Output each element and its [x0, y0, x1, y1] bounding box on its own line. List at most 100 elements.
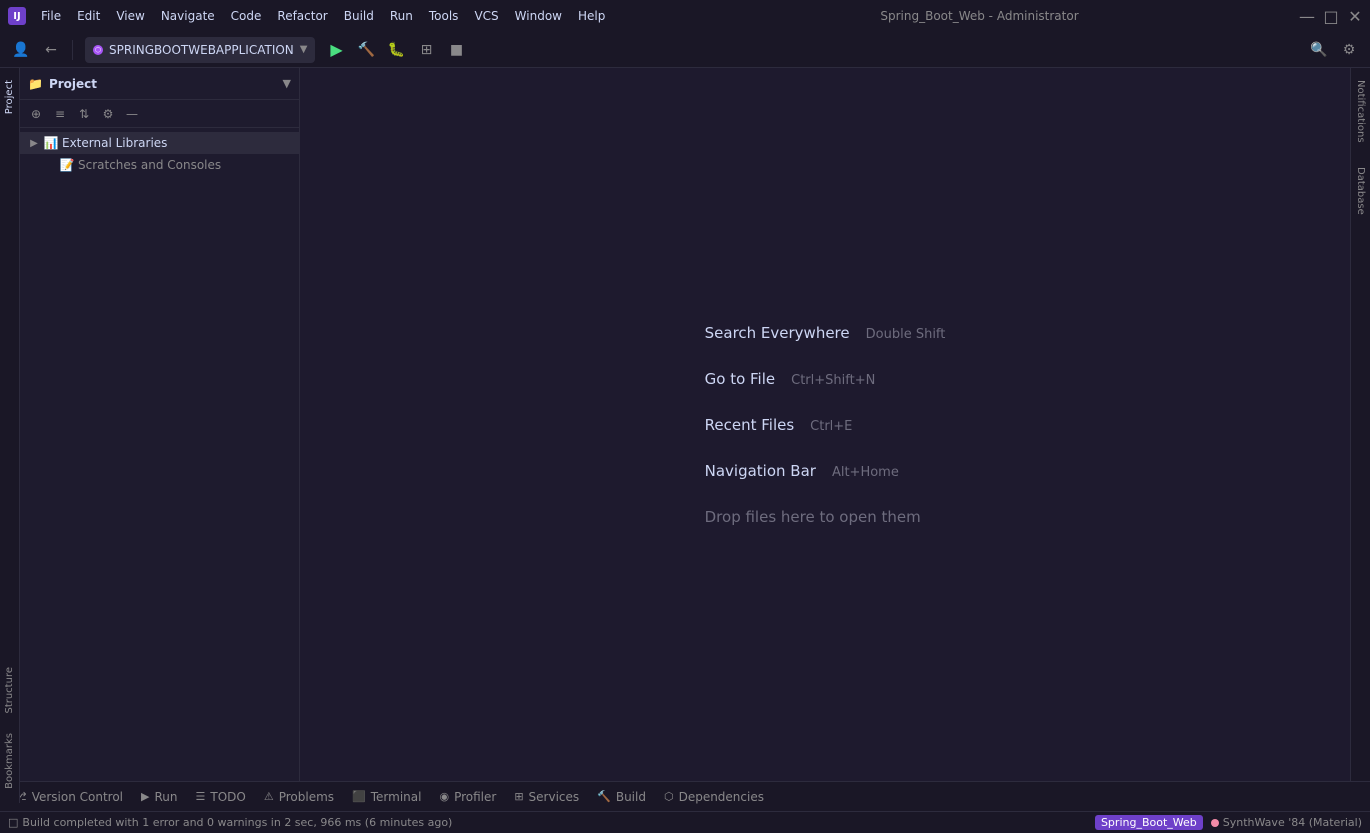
- build-tab-icon: 🔨: [597, 790, 611, 803]
- drop-files-label: Drop files here to open them: [705, 508, 921, 526]
- run-tab-icon: ▶: [141, 790, 149, 803]
- navigation-bar-shortcut: Alt+Home: [832, 465, 899, 480]
- minimize-button[interactable]: —: [1300, 9, 1314, 23]
- tree-item-external-libraries[interactable]: ▶ 📊 External Libraries: [20, 132, 299, 154]
- expand-all-button[interactable]: ⇅: [74, 104, 94, 124]
- dependencies-icon: ⬡: [664, 790, 674, 803]
- theme-dot-icon: [1211, 819, 1219, 827]
- settings-button[interactable]: ⚙: [1336, 37, 1362, 63]
- menu-edit[interactable]: Edit: [70, 6, 107, 26]
- run-config-dropdown-icon: ▼: [300, 44, 308, 55]
- toolbar-sep-1: [72, 40, 73, 60]
- tab-todo[interactable]: ☰ TODO: [188, 786, 254, 808]
- back-button[interactable]: ←: [38, 37, 64, 63]
- problems-label: Problems: [279, 790, 334, 804]
- project-panel: 📁 Project ▼ ⊕ ≡ ⇅ ⚙ — ▶ 📊 External Libra…: [20, 68, 300, 781]
- menu-help[interactable]: Help: [571, 6, 612, 26]
- build-button[interactable]: 🔨: [353, 37, 379, 63]
- recent-files-item: Recent Files Ctrl+E: [705, 416, 853, 434]
- debug-button[interactable]: 🐛: [383, 37, 409, 63]
- project-panel-dropdown[interactable]: ▼: [283, 77, 291, 90]
- drop-files-item: Drop files here to open them: [705, 508, 921, 526]
- problems-icon: ⚠: [264, 790, 274, 803]
- tree-arrow-scratches: ▶: [28, 159, 40, 171]
- menu-vcs[interactable]: VCS: [467, 6, 505, 26]
- build-tab-label: Build: [616, 790, 646, 804]
- left-vertical-panel: Structure Bookmarks: [0, 623, 20, 781]
- menu-view[interactable]: View: [109, 6, 151, 26]
- recent-files-shortcut: Ctrl+E: [810, 419, 852, 434]
- toolbar-left: 👤 ←: [8, 37, 77, 63]
- close-button[interactable]: ✕: [1348, 9, 1362, 23]
- window-title: Spring_Boot_Web - Administrator: [667, 9, 1292, 23]
- menu-run[interactable]: Run: [383, 6, 420, 26]
- scratches-icon: 📝: [60, 158, 74, 172]
- go-to-file-label[interactable]: Go to File: [705, 370, 776, 388]
- menu-refactor[interactable]: Refactor: [270, 6, 334, 26]
- tab-run[interactable]: ▶ Run: [133, 786, 185, 808]
- tab-terminal[interactable]: ⬛ Terminal: [344, 786, 429, 808]
- navigation-bar-label[interactable]: Navigation Bar: [705, 462, 816, 480]
- collapse-all-button[interactable]: ≡: [50, 104, 70, 124]
- dependencies-label: Dependencies: [679, 790, 764, 804]
- run-config-name: SPRINGBOOTWEBAPPLICATION: [109, 43, 294, 57]
- run-tab-label: Run: [154, 790, 177, 804]
- tab-version-control[interactable]: ⎇ Version Control: [6, 786, 131, 808]
- welcome-content: Search Everywhere Double Shift Go to Fil…: [705, 324, 946, 526]
- recent-files-label[interactable]: Recent Files: [705, 416, 795, 434]
- status-bar: □ Build completed with 1 error and 0 war…: [0, 811, 1370, 833]
- navigation-bar-item: Navigation Bar Alt+Home: [705, 462, 899, 480]
- todo-label: TODO: [210, 790, 245, 804]
- tab-profiler[interactable]: ◉ Profiler: [431, 786, 504, 808]
- project-badge: Spring_Boot_Web: [1095, 815, 1203, 830]
- editor-area: Search Everywhere Double Shift Go to Fil…: [300, 68, 1350, 781]
- menu-window[interactable]: Window: [508, 6, 569, 26]
- locate-button[interactable]: ⊕: [26, 104, 46, 124]
- title-bar: IJ File Edit View Navigate Code Refactor…: [0, 0, 1370, 32]
- terminal-label: Terminal: [371, 790, 422, 804]
- tab-services[interactable]: ⊞ Services: [506, 786, 587, 808]
- menu-file[interactable]: File: [34, 6, 68, 26]
- tab-build[interactable]: 🔨 Build: [589, 786, 654, 808]
- tree-item-scratches[interactable]: ▶ 📝 Scratches and Consoles: [20, 154, 299, 176]
- maximize-button[interactable]: □: [1324, 9, 1338, 23]
- app-logo: IJ: [8, 7, 26, 25]
- services-label: Services: [529, 790, 580, 804]
- bottom-tabs: ⎇ Version Control ▶ Run ☰ TODO ⚠ Problem…: [0, 781, 1370, 811]
- run-button[interactable]: ▶: [323, 37, 349, 63]
- todo-icon: ☰: [196, 790, 206, 803]
- bookmarks-tab[interactable]: Bookmarks: [2, 727, 17, 781]
- status-right: Spring_Boot_Web SynthWave '84 (Material): [1095, 815, 1362, 830]
- panel-settings-button[interactable]: ⚙: [98, 104, 118, 124]
- version-control-label: Version Control: [32, 790, 123, 804]
- menu-code[interactable]: Code: [224, 6, 269, 26]
- build-status-icon: □: [8, 816, 18, 829]
- project-strip-tab[interactable]: Project: [2, 72, 17, 122]
- theme-label: SynthWave '84 (Material): [1223, 816, 1362, 829]
- search-everywhere-label[interactable]: Search Everywhere: [705, 324, 850, 342]
- stop-button[interactable]: ■: [443, 37, 469, 63]
- external-libraries-icon: 📊: [44, 136, 58, 150]
- run-config-selector[interactable]: ⬡ SPRINGBOOTWEBAPPLICATION ▼: [85, 37, 315, 63]
- run-config-icon: ⬡: [93, 45, 103, 55]
- coverage-button[interactable]: ⊞: [413, 37, 439, 63]
- menu-tools[interactable]: Tools: [422, 6, 466, 26]
- search-everywhere-button[interactable]: 🔍: [1306, 37, 1332, 63]
- panel-close-button[interactable]: —: [122, 104, 142, 124]
- tab-dependencies[interactable]: ⬡ Dependencies: [656, 786, 772, 808]
- menu-build[interactable]: Build: [337, 6, 381, 26]
- build-status: □ Build completed with 1 error and 0 war…: [8, 816, 452, 829]
- right-strip: Notifications Database: [1350, 68, 1370, 781]
- go-to-file-item: Go to File Ctrl+Shift+N: [705, 370, 876, 388]
- menu-navigate[interactable]: Navigate: [154, 6, 222, 26]
- window-controls: — □ ✕: [1300, 9, 1362, 23]
- terminal-icon: ⬛: [352, 790, 366, 803]
- structure-tab[interactable]: Structure: [2, 661, 17, 720]
- notifications-tab[interactable]: Notifications: [1353, 72, 1368, 151]
- profile-button[interactable]: 👤: [8, 37, 34, 63]
- search-everywhere-shortcut: Double Shift: [866, 327, 946, 342]
- tab-problems[interactable]: ⚠ Problems: [256, 786, 342, 808]
- database-tab[interactable]: Database: [1353, 159, 1368, 223]
- tree-arrow-external: ▶: [28, 137, 40, 149]
- project-panel-toolbar: ⊕ ≡ ⇅ ⚙ —: [20, 100, 299, 128]
